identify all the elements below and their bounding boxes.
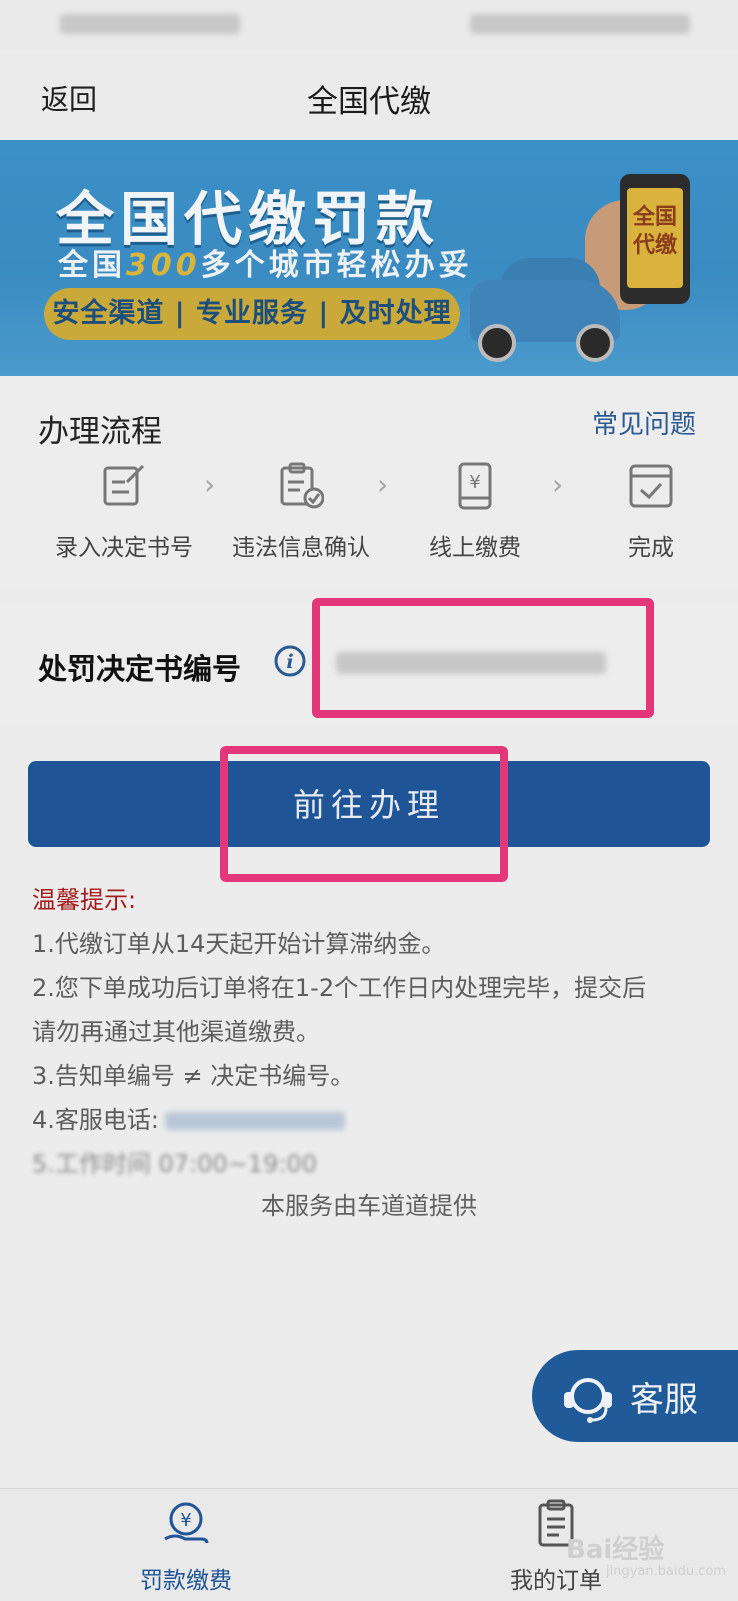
- step-label: 线上缴费: [429, 535, 521, 561]
- info-icon[interactable]: i: [273, 644, 307, 678]
- baidu-jingyan-watermark: Bai经验 jingyan.baidu.com: [566, 1535, 726, 1579]
- tip-line: 请勿再通过其他渠道缴费。: [32, 1018, 320, 1046]
- edit-form-icon: [103, 464, 145, 506]
- customer-service-label: 客服: [630, 1380, 698, 1420]
- svg-text:i: i: [286, 651, 293, 673]
- chevron-right-icon: ›: [204, 468, 216, 501]
- status-bar-left-blur: [60, 14, 240, 34]
- chevron-right-icon: ›: [552, 468, 564, 501]
- checklist-icon: [280, 462, 325, 509]
- process-title: 办理流程: [38, 414, 162, 450]
- tips-section: 温馨提示: 1.代缴订单从14天起开始计算滞纳金。 2.您下单成功后订单将在1-…: [32, 878, 722, 1186]
- tip-line: 3.告知单编号 ≠ 决定书编号。: [32, 1062, 355, 1090]
- phone-illustration: 全国代缴: [620, 174, 690, 304]
- checkbox-done-icon: [629, 464, 673, 508]
- decision-number-label: 处罚决定书编号: [38, 652, 242, 686]
- status-bar-right-blur: [470, 14, 690, 34]
- step-online-payment: ¥ 线上缴费: [390, 462, 560, 562]
- customer-service-button[interactable]: 客服: [532, 1350, 738, 1442]
- phone-payment-icon: ¥: [458, 462, 492, 510]
- service-provider-note: 本服务由车道道提供: [261, 1192, 477, 1220]
- step-label: 完成: [628, 535, 674, 561]
- tab-label: 罚款缴费: [140, 1568, 232, 1594]
- car-wheel-front: [478, 324, 516, 362]
- step-label: 违法信息确认: [232, 535, 370, 561]
- banner-slogan-pill: 安全渠道 | 专业服务 | 及时处理: [44, 288, 460, 340]
- tip-line: 1.代缴订单从14天起开始计算滞纳金。: [32, 930, 446, 958]
- page-title: 全国代缴: [307, 84, 431, 120]
- step-enter-number: 录入决定书号: [39, 462, 209, 562]
- banner-subtitle: 全国300多个城市轻松办妥: [58, 248, 473, 283]
- step-label: 录入决定书号: [55, 535, 193, 561]
- svg-text:¥: ¥: [180, 1510, 191, 1531]
- yen-payment-icon: ¥: [164, 1502, 209, 1544]
- step-confirm-info: 违法信息确认: [216, 462, 386, 562]
- faq-link[interactable]: 常见问题: [592, 404, 696, 441]
- input-highlight-box: [312, 598, 654, 718]
- status-bar: [0, 0, 738, 50]
- step-complete: 完成: [566, 462, 736, 562]
- phone-number-blur: [164, 1112, 345, 1130]
- tip-line-phone: 4.客服电话:: [32, 1098, 722, 1142]
- button-highlight-box: [220, 746, 508, 882]
- tip-line-hours: 5.工作时间 07:00~19:00: [32, 1150, 317, 1178]
- tip-line: 2.您下单成功后订单将在1-2个工作日内处理完毕，提交后: [32, 974, 647, 1002]
- navigation-bar: 返回 全国代缴: [0, 50, 738, 140]
- process-section: 办理流程 常见问题 录入决定书号 › 违法信息确认 › ¥ 线上缴费 › 完成: [0, 376, 738, 588]
- chevron-right-icon: ›: [377, 468, 389, 501]
- promo-banner[interactable]: 全国代缴罚款 全国300多个城市轻松办妥 安全渠道 | 专业服务 | 及时处理 …: [0, 140, 738, 376]
- headset-icon: [564, 1378, 612, 1423]
- bottom-tab-bar: ¥ 罚款缴费 我的订单 Bai经验 jingyan.baidu.com: [0, 1488, 738, 1601]
- car-wheel-rear: [576, 324, 614, 362]
- tips-title: 温馨提示:: [32, 886, 137, 914]
- tab-fine-payment[interactable]: ¥ 罚款缴费: [86, 1499, 286, 1595]
- phone-screen-text: 全国代缴: [627, 188, 683, 288]
- svg-text:¥: ¥: [469, 472, 480, 493]
